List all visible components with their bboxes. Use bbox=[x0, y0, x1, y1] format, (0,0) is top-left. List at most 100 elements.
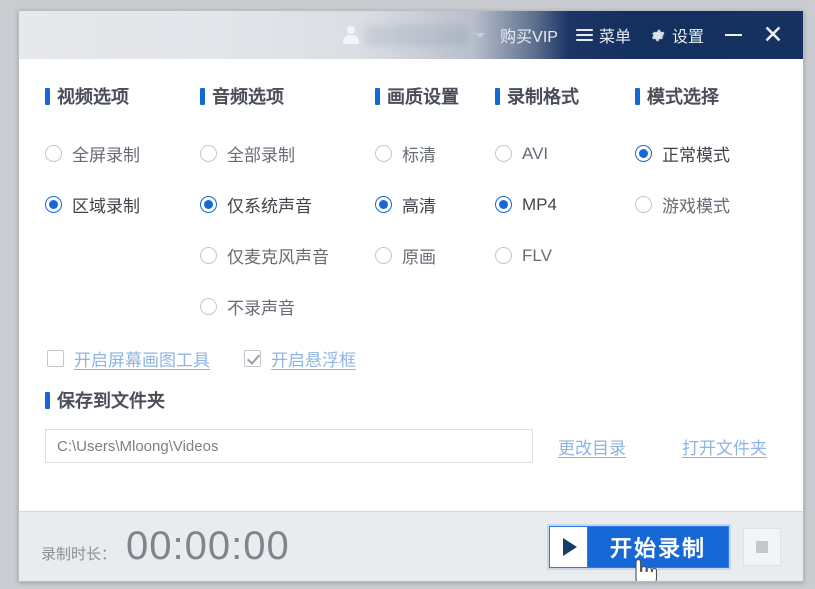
radio-label: 全部录制 bbox=[227, 146, 295, 165]
menu-label: 菜单 bbox=[598, 29, 631, 46]
options-grid: 视频选项 全屏录制 区域录制 音频选项 全部录制 仅系统声音 仅麦克风声音 不录… bbox=[45, 83, 777, 332]
radio-quality-original[interactable]: 原画 bbox=[375, 230, 495, 281]
radio-icon-selected bbox=[375, 196, 392, 213]
close-button[interactable]: ✕ bbox=[753, 11, 793, 59]
column-mode: 模式选择 正常模式 游戏模式 bbox=[635, 83, 795, 332]
column-title-quality: 画质设置 bbox=[375, 83, 495, 109]
checkbox-screen-drawing-tool[interactable]: 开启屏幕画图工具 bbox=[47, 346, 210, 371]
checkbox-label: 开启屏幕画图工具 bbox=[74, 351, 210, 370]
radio-label: 区域录制 bbox=[72, 197, 140, 216]
change-directory-link[interactable]: 更改目录 bbox=[558, 434, 626, 459]
radio-mode-normal[interactable]: 正常模式 bbox=[635, 128, 795, 179]
radio-quality-hd[interactable]: 高清 bbox=[375, 179, 495, 230]
column-title-format: 录制格式 bbox=[495, 83, 635, 109]
save-folder-section: 保存到文件夹 更改目录 打开文件夹 bbox=[45, 387, 777, 463]
username-redacted bbox=[364, 24, 469, 46]
title-bar: 购买VIP 菜单 设置 ✕ bbox=[19, 11, 803, 59]
column-video: 视频选项 全屏录制 区域录制 bbox=[45, 83, 200, 332]
accent-bar-icon bbox=[45, 87, 50, 105]
radio-microphone-only[interactable]: 仅麦克风声音 bbox=[200, 230, 375, 281]
radio-label: 标清 bbox=[402, 146, 436, 165]
radio-label: 高清 bbox=[402, 197, 436, 216]
radio-label: 正常模式 bbox=[662, 146, 730, 165]
radio-icon bbox=[375, 145, 392, 162]
radio-icon-selected bbox=[45, 196, 62, 213]
column-title-text: 视频选项 bbox=[57, 87, 129, 107]
start-recording-button[interactable]: 开始录制 bbox=[548, 525, 729, 568]
radio-format-mp4[interactable]: MP4 bbox=[495, 179, 635, 230]
radio-quality-standard[interactable]: 标清 bbox=[375, 128, 495, 179]
radio-region-record[interactable]: 区域录制 bbox=[45, 179, 200, 230]
column-audio: 音频选项 全部录制 仅系统声音 仅麦克风声音 不录声音 bbox=[200, 83, 375, 332]
stop-recording-button[interactable] bbox=[743, 527, 781, 566]
radio-label: 仅系统声音 bbox=[227, 197, 312, 216]
footer-bar: 录制时长： 00:00:00 开始录制 bbox=[19, 511, 803, 581]
radio-label: AVI bbox=[522, 143, 549, 163]
user-account-menu[interactable] bbox=[336, 11, 491, 59]
column-title-audio: 音频选项 bbox=[200, 83, 375, 109]
radio-icon bbox=[375, 247, 392, 264]
checkbox-row: 开启屏幕画图工具 开启悬浮框 bbox=[45, 346, 777, 371]
radio-icon bbox=[635, 196, 652, 213]
path-row: 更改目录 打开文件夹 bbox=[45, 429, 777, 463]
column-title-text: 画质设置 bbox=[387, 87, 459, 107]
play-icon bbox=[549, 526, 588, 567]
radio-icon bbox=[495, 247, 512, 264]
radio-no-audio[interactable]: 不录声音 bbox=[200, 281, 375, 332]
open-folder-link[interactable]: 打开文件夹 bbox=[682, 434, 767, 459]
radio-format-avi[interactable]: AVI bbox=[495, 128, 635, 179]
radio-label: 仅麦克风声音 bbox=[227, 248, 329, 267]
close-icon: ✕ bbox=[762, 20, 784, 49]
accent-bar-icon bbox=[375, 87, 380, 105]
column-title-mode: 模式选择 bbox=[635, 83, 795, 109]
settings-button[interactable]: 设置 bbox=[640, 11, 713, 59]
radio-record-all-audio[interactable]: 全部录制 bbox=[200, 128, 375, 179]
minimize-icon bbox=[724, 33, 742, 37]
column-title-text: 录制格式 bbox=[507, 87, 579, 107]
recorder-window: 购买VIP 菜单 设置 ✕ 视频选项 全屏录制 区域录制 音频选项 全部录制 仅… bbox=[18, 10, 804, 582]
radio-label: MP4 bbox=[522, 194, 557, 214]
radio-icon-selected bbox=[635, 145, 652, 162]
radio-icon bbox=[200, 145, 217, 162]
checkbox-icon bbox=[47, 350, 64, 367]
titlebar-actions: 购买VIP 菜单 设置 ✕ bbox=[336, 11, 803, 59]
footer-actions: 开始录制 bbox=[548, 525, 781, 568]
radio-label: 不录声音 bbox=[227, 299, 295, 318]
buy-vip-label: 购买VIP bbox=[500, 29, 558, 46]
gear-icon bbox=[649, 27, 666, 44]
radio-mode-game[interactable]: 游戏模式 bbox=[635, 179, 795, 230]
radio-icon bbox=[200, 247, 217, 264]
radio-label: 游戏模式 bbox=[662, 197, 730, 216]
save-path-input[interactable] bbox=[45, 429, 533, 463]
radio-label: 原画 bbox=[402, 248, 436, 267]
radio-format-flv[interactable]: FLV bbox=[495, 230, 635, 281]
minimize-button[interactable] bbox=[713, 11, 753, 59]
radio-label: 全屏录制 bbox=[72, 146, 140, 165]
checkbox-floating-panel[interactable]: 开启悬浮框 bbox=[244, 346, 356, 371]
hamburger-icon bbox=[575, 28, 593, 42]
save-folder-title-text: 保存到文件夹 bbox=[57, 391, 165, 411]
recording-duration: 录制时长： 00:00:00 bbox=[41, 524, 290, 569]
radio-icon-selected bbox=[495, 196, 512, 213]
column-format: 录制格式 AVI MP4 FLV bbox=[495, 83, 635, 332]
column-title-text: 音频选项 bbox=[212, 87, 284, 107]
duration-value: 00:00:00 bbox=[126, 524, 290, 568]
accent-bar-icon bbox=[45, 391, 50, 409]
radio-fullscreen-record[interactable]: 全屏录制 bbox=[45, 128, 200, 179]
start-recording-label: 开始录制 bbox=[609, 535, 706, 561]
column-title-video: 视频选项 bbox=[45, 83, 200, 109]
radio-system-audio-only[interactable]: 仅系统声音 bbox=[200, 179, 375, 230]
column-title-text: 模式选择 bbox=[647, 87, 719, 107]
checkbox-icon-checked bbox=[244, 350, 261, 367]
radio-icon-selected bbox=[200, 196, 217, 213]
column-quality: 画质设置 标清 高清 原画 bbox=[375, 83, 495, 332]
checkbox-label: 开启悬浮框 bbox=[271, 351, 356, 370]
accent-bar-icon bbox=[200, 87, 205, 105]
radio-icon bbox=[200, 298, 217, 315]
radio-label: FLV bbox=[522, 245, 552, 265]
stop-icon bbox=[756, 540, 768, 553]
save-folder-title: 保存到文件夹 bbox=[45, 387, 777, 413]
buy-vip-button[interactable]: 购买VIP bbox=[491, 11, 567, 59]
settings-label: 设置 bbox=[671, 29, 704, 46]
menu-button[interactable]: 菜单 bbox=[567, 11, 640, 59]
